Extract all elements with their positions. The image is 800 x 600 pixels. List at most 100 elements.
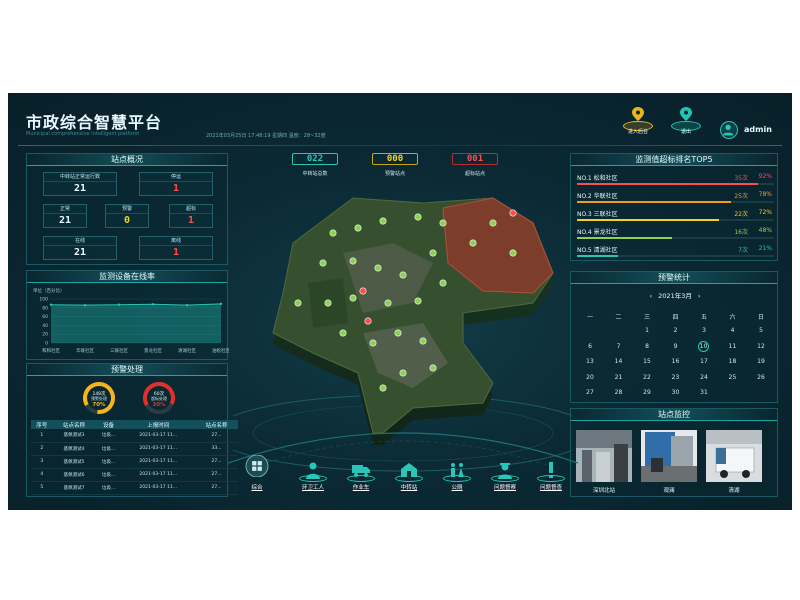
chart-y-tick: 0 xyxy=(45,341,48,347)
table-cell: 2021-03-17 11... xyxy=(121,442,195,456)
ranking-row[interactable]: NO.1 松和社区 35次 92% xyxy=(577,172,774,189)
user-name[interactable]: admin xyxy=(744,125,772,134)
ranking-count: 22次 xyxy=(734,211,748,218)
table-cell: 5 xyxy=(31,481,53,495)
exceed-stations-label: 超标站点 xyxy=(464,171,485,177)
admin-backend-button[interactable]: 进入后台 xyxy=(620,103,656,139)
site-monitor-title: 站点监控 xyxy=(571,409,777,421)
table-row[interactable]: 5 基佩测试7 垃圾... 2021-03-17 11... 27... xyxy=(31,481,238,495)
admin-backend-label: 进入后台 xyxy=(627,129,648,135)
calendar-day[interactable]: 30 xyxy=(663,389,689,396)
table-cell: 基佩测试6 xyxy=(52,468,96,482)
ranking-percent: 21% xyxy=(758,245,772,252)
gauge-percent: 70% xyxy=(92,402,106,408)
ranking-percent: 48% xyxy=(758,227,772,234)
camera-feed-1-label: 深圳北站 xyxy=(592,488,615,494)
worker-icon xyxy=(306,462,320,479)
chart-point xyxy=(185,303,189,307)
table-row[interactable]: 2 基佩测试4 垃圾... 2021-03-17 11... 33... xyxy=(31,442,238,456)
calendar-day[interactable]: 25 xyxy=(720,374,746,381)
location-pin-icon xyxy=(680,107,692,121)
calendar-day[interactable]: 28 xyxy=(606,389,632,396)
calendar-day[interactable]: 27 xyxy=(577,389,603,396)
ranking-count: 35次 xyxy=(734,175,748,182)
chart-point xyxy=(151,303,155,306)
calendar-day[interactable]: 8 xyxy=(634,343,660,350)
chart-y-tick: 60 xyxy=(42,314,48,320)
calendar-day[interactable]: 21 xyxy=(606,374,632,381)
calendar-day[interactable]: 11 xyxy=(720,343,746,350)
calendar-next-button[interactable]: › xyxy=(698,292,701,300)
calendar-day[interactable]: 6 xyxy=(577,343,603,350)
calendar-day[interactable]: 2 xyxy=(663,327,689,334)
calendar-day[interactable]: 15 xyxy=(634,358,660,365)
chart-x-tick: 和和社区 xyxy=(42,347,60,354)
calendar-day[interactable]: 31 xyxy=(691,389,717,396)
camera-feed-2[interactable] xyxy=(641,430,697,482)
chart-point xyxy=(83,303,87,307)
calendar-day[interactable]: 12 xyxy=(748,343,774,350)
ranking-bar xyxy=(577,237,672,239)
warning-panel: 预警处理 148次 预警处理 70% 60次 超标处理 30% 序号 站点名称 设备 上报时间站… xyxy=(26,363,238,497)
calendar-day[interactable]: 5 xyxy=(748,327,774,334)
table-cell: 2021-03-17 11... xyxy=(121,481,195,495)
calendar-day[interactable]: 16 xyxy=(663,358,689,365)
calendar-day[interactable]: 22 xyxy=(634,374,660,381)
ranking-name: NO.5 清湖社区 xyxy=(577,247,618,254)
station-icon xyxy=(401,463,417,477)
warning-stations-counter: 000 xyxy=(372,153,418,165)
ranking-row[interactable]: NO.3 三联社区 22次 72% xyxy=(577,208,774,225)
calendar-day[interactable]: 4 xyxy=(720,327,746,334)
chart-series-line xyxy=(50,303,222,306)
logout-button[interactable]: 退出 xyxy=(668,103,704,139)
stat-stopped: 停运 1 xyxy=(139,172,213,196)
calendar-day[interactable]: 17 xyxy=(691,358,717,365)
calendar-day[interactable]: 10 xyxy=(698,340,709,352)
ranking-percent: 92% xyxy=(758,173,772,180)
ranking-row[interactable]: NO.2 华联社区 25次 78% xyxy=(577,190,774,207)
truck-icon xyxy=(352,465,370,477)
stat-exceed: 超标 1 xyxy=(169,204,213,228)
camera-feed-3[interactable] xyxy=(706,430,762,482)
camera-feed-2-label: 观澜 xyxy=(663,488,675,494)
page-subtitle: Municipal comprehensive intelligent plat… xyxy=(26,131,140,137)
calendar-day[interactable]: 26 xyxy=(748,374,774,381)
chart-x-tick: 景龙社区 xyxy=(144,347,162,354)
table-row[interactable]: 3 基佩测试5 垃圾... 2021-03-17 11... 27... xyxy=(31,455,238,469)
user-avatar[interactable] xyxy=(720,121,738,139)
calendar-day[interactable]: 9 xyxy=(663,343,689,350)
datetime-weather: 2021年03月25日 17:48:19 星期四 温度：28~32度 xyxy=(206,133,326,139)
ranking-bar xyxy=(577,255,619,257)
calendar-day[interactable]: 29 xyxy=(634,389,660,396)
calendar-day[interactable]: 14 xyxy=(606,358,632,365)
chart-y-tick: 20 xyxy=(42,332,48,338)
table-cell: 27... xyxy=(194,481,238,495)
calendar-day[interactable]: 1 xyxy=(634,327,660,334)
calendar-weekday: 日 xyxy=(757,314,764,321)
calendar-day[interactable]: 19 xyxy=(748,358,774,365)
ranking-row[interactable]: NO.5 清湖社区 7次 21% xyxy=(577,244,774,261)
table-cell: 基佩测试4 xyxy=(52,442,96,456)
table-row[interactable]: 4 基佩测试6 垃圾... 2021-03-17 11... 27... xyxy=(31,468,238,482)
calendar-prev-button[interactable]: ‹ xyxy=(649,292,652,300)
chart-x-tick: 华联社区 xyxy=(76,347,94,354)
exceed-stations-counter: 001 xyxy=(452,153,498,165)
calendar-day[interactable]: 3 xyxy=(691,327,717,334)
calendar-day[interactable]: 24 xyxy=(691,374,717,381)
calendar-day[interactable]: 18 xyxy=(720,358,746,365)
table-cell: 垃圾... xyxy=(95,455,122,469)
ranking-row[interactable]: NO.4 景龙社区 16次 48% xyxy=(577,226,774,243)
calendar-day[interactable]: 23 xyxy=(663,374,689,381)
camera-feed-1[interactable] xyxy=(576,430,632,482)
camera-feed-3-label: 清湖 xyxy=(728,488,740,494)
header-divider xyxy=(18,145,782,146)
table-row[interactable]: 1 基佩测试3 垃圾... 2021-03-17 11... 27... xyxy=(31,429,238,443)
calendar-month: 2021年3月 xyxy=(658,292,692,300)
station-overview-title: 站点概况 xyxy=(27,154,227,166)
calendar-day[interactable]: 20 xyxy=(577,374,603,381)
table-header-cell: 站点名称 xyxy=(52,420,96,429)
ranking-bar xyxy=(577,183,759,185)
calendar-day[interactable]: 13 xyxy=(577,358,603,365)
gauge-label: 预警处理 xyxy=(91,395,107,401)
calendar-day[interactable]: 7 xyxy=(606,343,632,350)
